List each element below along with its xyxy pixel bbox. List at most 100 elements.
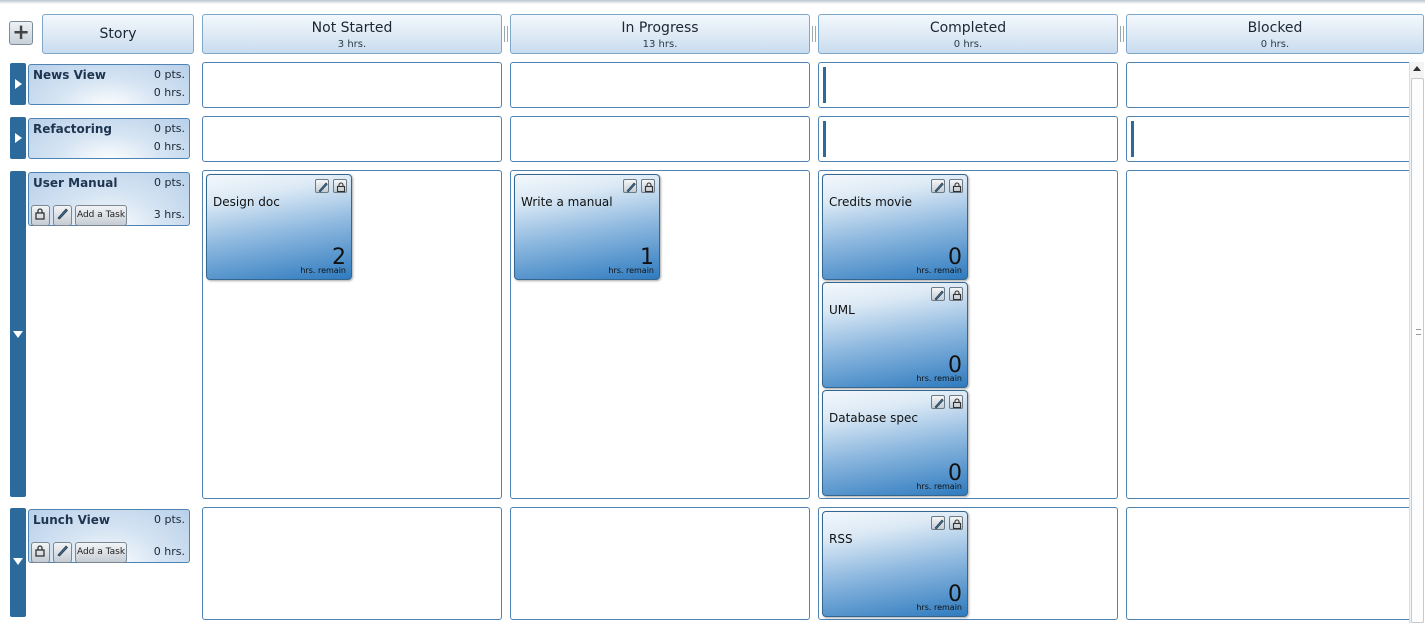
drop-marker [1131, 121, 1134, 157]
lock-icon [952, 182, 962, 193]
column-header-completed[interactable]: Completed 0 hrs. [818, 14, 1118, 54]
story-expand-bar[interactable] [10, 117, 26, 159]
story-card-news-view[interactable]: News View 0 pts. 0 hrs. [28, 64, 190, 105]
lock-icon [644, 182, 654, 193]
lock-button[interactable] [31, 205, 50, 226]
top-divider [0, 0, 1425, 4]
task-name: RSS [829, 532, 853, 546]
cell-completed[interactable] [818, 116, 1118, 162]
pencil-icon [626, 182, 636, 193]
edit-task-button[interactable] [931, 287, 945, 301]
column-title: Blocked [1247, 20, 1303, 36]
edit-task-button[interactable] [931, 516, 945, 530]
story-name: User Manual [33, 176, 118, 190]
story-card-refactoring[interactable]: Refactoring 0 pts. 0 hrs. [28, 118, 190, 159]
add-task-button[interactable]: Add a Task [75, 542, 127, 563]
story-card-lunch-view[interactable]: Lunch View 0 pts. Add a Task 0 hrs. [28, 509, 190, 563]
task-card-design-doc[interactable]: Design doc 2 hrs. remain [206, 174, 352, 280]
pencil-icon [57, 208, 68, 220]
column-header-not-started[interactable]: Not Started 3 hrs. [202, 14, 502, 54]
pencil-icon [934, 519, 944, 530]
cell-not-started[interactable] [202, 116, 502, 162]
column-hours: 3 hrs. [337, 39, 367, 50]
task-remain-label: hrs. remain [916, 482, 962, 491]
pencil-icon [934, 398, 944, 409]
task-card-database-spec[interactable]: Database spec 0 hrs. remain [822, 390, 968, 496]
lock-task-button[interactable] [949, 516, 963, 530]
scrollbar-thumb[interactable] [1411, 78, 1424, 623]
task-card-uml[interactable]: UML 0 hrs. remain [822, 282, 968, 388]
task-card-rss[interactable]: RSS 0 hrs. remain [822, 511, 968, 617]
lock-icon [952, 519, 962, 530]
cell-completed[interactable] [818, 62, 1118, 108]
cell-in-progress[interactable] [510, 116, 810, 162]
story-hours: 0 hrs. [153, 86, 185, 99]
lock-task-button[interactable] [641, 179, 655, 193]
cell-blocked[interactable] [1126, 170, 1416, 499]
story-collapse-bar[interactable] [10, 508, 26, 617]
lock-task-button[interactable] [949, 179, 963, 193]
task-remain-label: hrs. remain [916, 374, 962, 383]
column-resize-handle[interactable] [812, 26, 816, 42]
story-header-label: Story [99, 26, 137, 42]
cell-blocked[interactable] [1126, 507, 1416, 620]
task-remain-label: hrs. remain [608, 266, 654, 275]
story-card-user-manual[interactable]: User Manual 0 pts. Add a Task 3 hrs. [28, 172, 190, 226]
column-resize-handle[interactable] [504, 26, 508, 42]
drop-marker [823, 121, 826, 157]
task-remain-label: hrs. remain [300, 266, 346, 275]
story-hours: 0 hrs. [153, 545, 185, 558]
column-header-in-progress[interactable]: In Progress 13 hrs. [510, 14, 810, 54]
plus-icon: + [12, 20, 30, 44]
column-hours: 0 hrs. [1260, 39, 1290, 50]
lock-task-button[interactable] [949, 395, 963, 409]
lock-icon [35, 208, 45, 220]
expand-arrow-icon [15, 133, 22, 143]
task-name: Write a manual [521, 195, 613, 209]
column-hours: 0 hrs. [953, 39, 983, 50]
lock-icon [336, 182, 346, 193]
column-hours: 13 hrs. [642, 39, 678, 50]
story-expand-bar[interactable] [10, 63, 26, 105]
story-collapse-bar[interactable] [10, 171, 26, 497]
scroll-grip-icon [1416, 329, 1421, 335]
story-column-header: Story [42, 14, 194, 54]
story-points: 0 pts. [153, 68, 185, 81]
vertical-scrollbar[interactable] [1409, 62, 1424, 623]
edit-task-button[interactable] [623, 179, 637, 193]
column-header-blocked[interactable]: Blocked 0 hrs. [1126, 14, 1424, 54]
collapse-arrow-icon [13, 558, 23, 565]
story-name: Refactoring [33, 122, 112, 136]
cell-in-progress[interactable] [510, 507, 810, 620]
pencil-icon [934, 182, 944, 193]
edit-story-button[interactable] [53, 542, 72, 563]
cell-not-started[interactable] [202, 62, 502, 108]
task-card-credits-movie[interactable]: Credits movie 0 hrs. remain [822, 174, 968, 280]
task-name: Database spec [829, 411, 918, 425]
edit-task-button[interactable] [931, 179, 945, 193]
cell-not-started[interactable] [202, 507, 502, 620]
add-story-button[interactable]: + [9, 21, 33, 45]
story-hours: 3 hrs. [153, 208, 185, 221]
scroll-up-arrow-icon[interactable] [1413, 66, 1421, 71]
cell-blocked[interactable] [1126, 62, 1416, 108]
lock-task-button[interactable] [333, 179, 347, 193]
lock-button[interactable] [31, 542, 50, 563]
edit-task-button[interactable] [931, 395, 945, 409]
edit-story-button[interactable] [53, 205, 72, 226]
story-name: Lunch View [33, 513, 110, 527]
story-points: 0 pts. [153, 176, 185, 189]
task-name: Design doc [213, 195, 280, 209]
cell-in-progress[interactable] [510, 62, 810, 108]
add-task-button[interactable]: Add a Task [75, 205, 127, 226]
task-remain-label: hrs. remain [916, 266, 962, 275]
lock-icon [952, 290, 962, 301]
edit-task-button[interactable] [315, 179, 329, 193]
task-remain-label: hrs. remain [916, 603, 962, 612]
task-card-write-a-manual[interactable]: Write a manual 1 hrs. remain [514, 174, 660, 280]
collapse-arrow-icon [13, 331, 23, 338]
cell-blocked[interactable] [1126, 116, 1416, 162]
lock-task-button[interactable] [949, 287, 963, 301]
lock-icon [952, 398, 962, 409]
column-resize-handle[interactable] [1120, 26, 1124, 42]
